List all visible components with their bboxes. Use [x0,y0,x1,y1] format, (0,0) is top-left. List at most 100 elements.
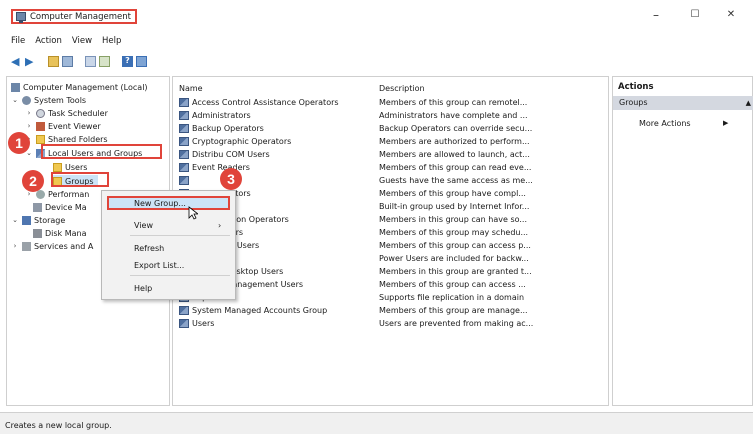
context-help[interactable]: Help [134,284,152,293]
table-row-description: Users are prevented from making ac... [379,319,534,328]
group-icon [179,98,189,107]
clock-icon [36,108,45,118]
title-bar: Computer Management – ☐ ✕ [0,0,753,30]
highlight-groups [51,172,109,187]
tree-item-task-scheduler[interactable]: › Task Scheduler [25,107,108,119]
table-row-description: Members of this group can access ... [379,280,526,289]
back-arrow-icon[interactable]: ◀ [11,56,22,67]
table-row-name[interactable]: Administrators [179,111,251,120]
minimize-button[interactable]: – [641,6,671,24]
menu-view[interactable]: View [72,36,92,46]
step-badge-3: 3 [220,168,242,190]
group-icon [179,137,189,146]
table-row-description: Members in this group are granted t... [379,267,532,276]
table-row-description: Members of this group can access p... [379,241,531,250]
highlight-local-users-groups [41,144,162,159]
menu-divider [130,235,230,236]
step-badge-1: 1 [8,132,30,154]
chevron-right-icon[interactable]: › [11,242,19,250]
step-badge-2: 2 [22,170,44,192]
properties-icon[interactable] [85,55,96,67]
more-actions[interactable]: More Actions ▶ [639,119,728,128]
tree-item-services[interactable]: › Services and A [11,240,93,252]
chevron-right-icon[interactable]: › [25,109,33,117]
actions-pane: Actions Groups ▲ More Actions ▶ [612,76,753,406]
group-icon [179,319,189,328]
table-row-description: Guests have the same access as me... [379,176,533,185]
table-row-description: Members of this group are manage... [379,306,528,315]
tree-item-root[interactable]: Computer Management (Local) [11,81,148,93]
chevron-right-icon: ▶ [723,119,729,127]
up-folder-icon[interactable] [48,55,59,67]
table-row-description: Members of this group have compl... [379,189,526,198]
table-row-description: Members in this group can have so... [379,215,528,224]
table-row-description: Members of this group can read eve... [379,163,532,172]
services-icon [22,241,31,251]
table-row-name[interactable]: Access Control Assistance Operators [179,98,339,107]
window-title: Computer Management [30,11,131,22]
new-window-icon[interactable] [136,55,147,67]
tree-item-storage[interactable]: ⌄ Storage [11,214,65,226]
table-row-description: Members of this group can remotel... [379,98,528,107]
table-row-name[interactable]: Cryptographic Operators [179,137,291,146]
tree-item-disk-management[interactable]: Disk Mana [33,227,87,239]
title-highlight: Computer Management [11,9,137,24]
close-button[interactable]: ✕ [716,6,746,24]
chevron-down-icon[interactable]: ⌄ [11,96,19,104]
storage-icon [22,215,31,225]
column-description[interactable]: Description [379,84,425,93]
group-icon [179,163,189,172]
computer-icon [11,82,20,92]
menu-help[interactable]: Help [102,36,121,46]
device-manager-icon [33,202,42,212]
table-row-name[interactable]: Users [179,319,214,328]
context-menu: New Group... View › Refresh Export List.… [101,190,236,300]
tree-item-device-manager[interactable]: Device Ma [33,201,87,213]
status-text: Creates a new local group. [5,421,112,430]
chevron-right-icon[interactable]: › [25,122,33,130]
context-export-list[interactable]: Export List... [134,261,184,270]
shared-folder-icon [36,134,45,144]
maximize-button[interactable]: ☐ [680,6,710,24]
groups-list: Name Description Access Control Assistan… [172,76,609,406]
menu-action[interactable]: Action [35,36,62,46]
group-icon [179,306,189,315]
table-row-name[interactable]: Event Readers [179,163,250,172]
actions-groups-header[interactable]: Groups ▲ [613,96,753,110]
chevron-down-icon[interactable]: ⌄ [11,216,19,224]
table-row-description: Built-in group used by Internet Infor... [379,202,530,211]
tree-item-event-viewer[interactable]: › Event Viewer [25,120,101,132]
help-icon[interactable]: ? [122,55,133,67]
table-row-name[interactable]: Backup Operators [179,124,264,133]
table-row-description: Backup Operators can override secu... [379,124,533,133]
table-row-description: Power Users are included for backw... [379,254,529,263]
table-row-name[interactable] [179,176,192,185]
menu-bar: File Action View Help [11,36,121,46]
computer-management-window: Computer Management – ☐ ✕ File Action Vi… [0,0,753,434]
menu-file[interactable]: File [11,36,25,46]
table-row-description: Members are allowed to launch, act... [379,150,530,159]
tree-item-system-tools[interactable]: ⌄ System Tools [11,94,86,106]
actions-header: Actions [618,82,654,92]
menu-divider [130,275,230,276]
event-viewer-icon [36,121,45,131]
chevron-right-icon: › [218,221,222,230]
context-new-group[interactable]: New Group... [107,196,230,210]
table-row-name[interactable]: Distribu COM Users [179,150,270,159]
group-icon [179,176,189,185]
table-row-name[interactable]: System Managed Accounts Group [179,306,327,315]
column-name[interactable]: Name [179,84,203,93]
group-icon [179,150,189,159]
show-hide-tree-icon[interactable] [62,55,73,67]
disk-icon [33,228,42,238]
collapse-icon[interactable]: ▲ [746,96,751,110]
forward-arrow-icon[interactable]: ▶ [25,56,36,67]
group-icon [179,111,189,120]
status-bar: Creates a new local group. [0,412,753,434]
context-refresh[interactable]: Refresh [134,244,164,253]
table-row-description: Members of this group may schedu... [379,228,529,237]
export-icon[interactable] [99,55,110,67]
context-view[interactable]: View [134,221,153,230]
table-row-description: Administrators have complete and ... [379,111,528,120]
mouse-pointer-icon [188,206,198,220]
